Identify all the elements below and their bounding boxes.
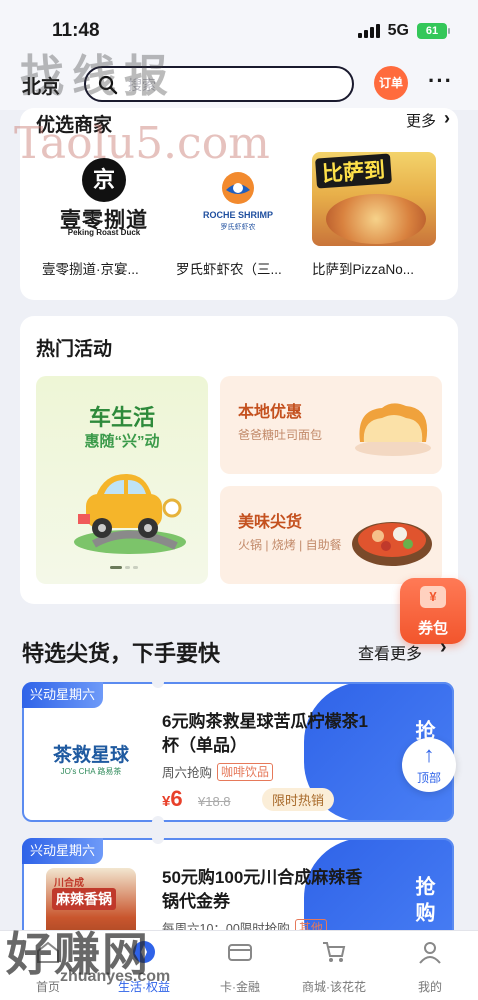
signal-icon [357,24,380,38]
card-icon [228,944,252,961]
merchant-name: 比萨到PizzaNo... [312,262,415,277]
deal-hot-badge: 限时热销 [262,788,335,811]
watermark-bottom-url: zhuanyes.com [60,968,171,985]
logo-text: ROCHE SHRIMP [202,210,273,220]
coupon-pack-label: 券包 [417,620,448,637]
nav-label: 我的 [417,980,442,994]
logo-subtext: 川合成 [54,878,84,889]
car-life-banner[interactable]: 车生活 惠随“兴”动 [36,376,208,584]
logo-subtext: 罗氏虾虾农 [220,224,256,231]
merchant-name: 罗氏虾虾农（三... [176,262,282,277]
merchant-item[interactable]: ROCHE SHRIMP 罗氏虾虾农 罗氏虾虾农（三... [176,152,300,278]
deal-name: 50元购100元川合成麻辣香锅代金券 [162,868,363,911]
deal-category: 咖啡饮品 [217,762,274,781]
merchants-more-link[interactable]: 更多 [406,110,436,131]
logo-text: 茶救星球 [52,745,129,766]
deal-tag: 兴动星期六 [22,682,104,708]
tasty-food-banner[interactable]: 美味尖货 火锅 | 烧烤 | 自助餐 [220,486,442,584]
nav-label: 商城·该花花 [302,980,366,994]
deal-logo: 茶救星球 JO's CHA 路易茶 [46,712,136,802]
watermark-url: Taolu5.com [14,118,270,169]
selection-title: 特选尖货，下手要快 [22,641,221,666]
grab-button[interactable]: 抢购 [409,876,438,928]
logo-subtext: Peking Roast Duck [67,228,141,237]
deal-price: ¥6 [162,786,183,811]
more-menu-icon[interactable]: ··· [428,68,453,94]
banner-title: 车生活 [88,405,155,430]
hotpot-image [352,522,432,566]
selection-more-link[interactable]: 查看更多 [358,640,422,664]
local-deals-banner[interactable]: 本地优惠 爸爸糖吐司面包 [220,376,442,474]
deal-name: 6元购茶救星球苦瓜柠檬茶1杯（单品） [162,712,368,755]
logo-subtext: JO's CHA 路易茶 [60,767,122,776]
nav-item-card[interactable]: 卡·金融 [192,939,288,995]
deal-original-price: ¥18.8 [198,794,231,809]
arrow-up-icon: ↑ [423,742,435,767]
chevron-right-icon[interactable]: › [444,108,450,129]
bread-image [355,403,431,456]
shrimp-logo-icon [222,172,254,204]
nav-item-mall[interactable]: 商城·该花花 [286,939,382,995]
nav-item-me[interactable]: 我的 [382,939,478,995]
coupon-pack-button[interactable]: ¥ 券包 [400,578,466,644]
carousel-dots [110,566,138,569]
deal-when: 周六抢购 [162,766,213,780]
order-button[interactable]: 订单 [374,66,408,100]
logo-text: 比萨到 [315,153,392,189]
watermark-top: 找线报 [20,51,176,102]
merchant-name: 壹零捌道·京宴... [42,262,139,277]
network-type: 5G [387,22,409,39]
back-to-top-button[interactable]: ↑ 顶部 [402,738,456,792]
banner-subtitle: 惠随“兴”动 [84,433,160,450]
banner-title: 美味尖货 [238,514,303,531]
deal-tag: 兴动星期六 [22,838,104,864]
banner-title: 本地优惠 [238,404,303,421]
logo-text: 麻辣香锅 [52,888,116,910]
activities-title: 热门活动 [36,339,113,360]
nav-label: 卡·金融 [220,980,260,994]
car-illustration [74,474,186,554]
hot-activities-card: 热门活动 车生活 惠随“兴”动 本地优惠 爸爸糖吐司面包 美味尖货 火锅 | 烧… [20,316,458,604]
battery-icon: 61 [417,23,450,39]
deal-meta: 周六抢购 咖啡饮品 [162,762,274,781]
battery-level: 61 [417,23,447,39]
banner-subtitle: 爸爸糖吐司面包 [238,428,323,442]
status-time: 11:48 [52,20,100,41]
pizza-image [326,194,426,244]
back-to-top-label: 顶部 [416,771,441,785]
coupon-icon: ¥ [420,586,446,608]
person-icon [419,942,441,964]
status-indicators: 5G 61 [357,22,450,40]
merchant-item[interactable]: 比萨到 比萨到PizzaNo... [312,152,436,278]
chevron-right-icon[interactable]: › [440,636,447,659]
merchant-item[interactable]: 京 壹零捌道 Peking Roast Duck 壹零捌道·京宴... [42,152,166,278]
merchant-logo: 比萨到 [312,152,436,246]
banner-subtitle: 火锅 | 烧烤 | 自助餐 [238,538,342,552]
cart-icon [323,942,346,962]
deal-card[interactable]: 兴动星期六 茶救星球 JO's CHA 路易茶 6元购茶救星球苦瓜柠檬茶1杯（单… [22,676,454,828]
